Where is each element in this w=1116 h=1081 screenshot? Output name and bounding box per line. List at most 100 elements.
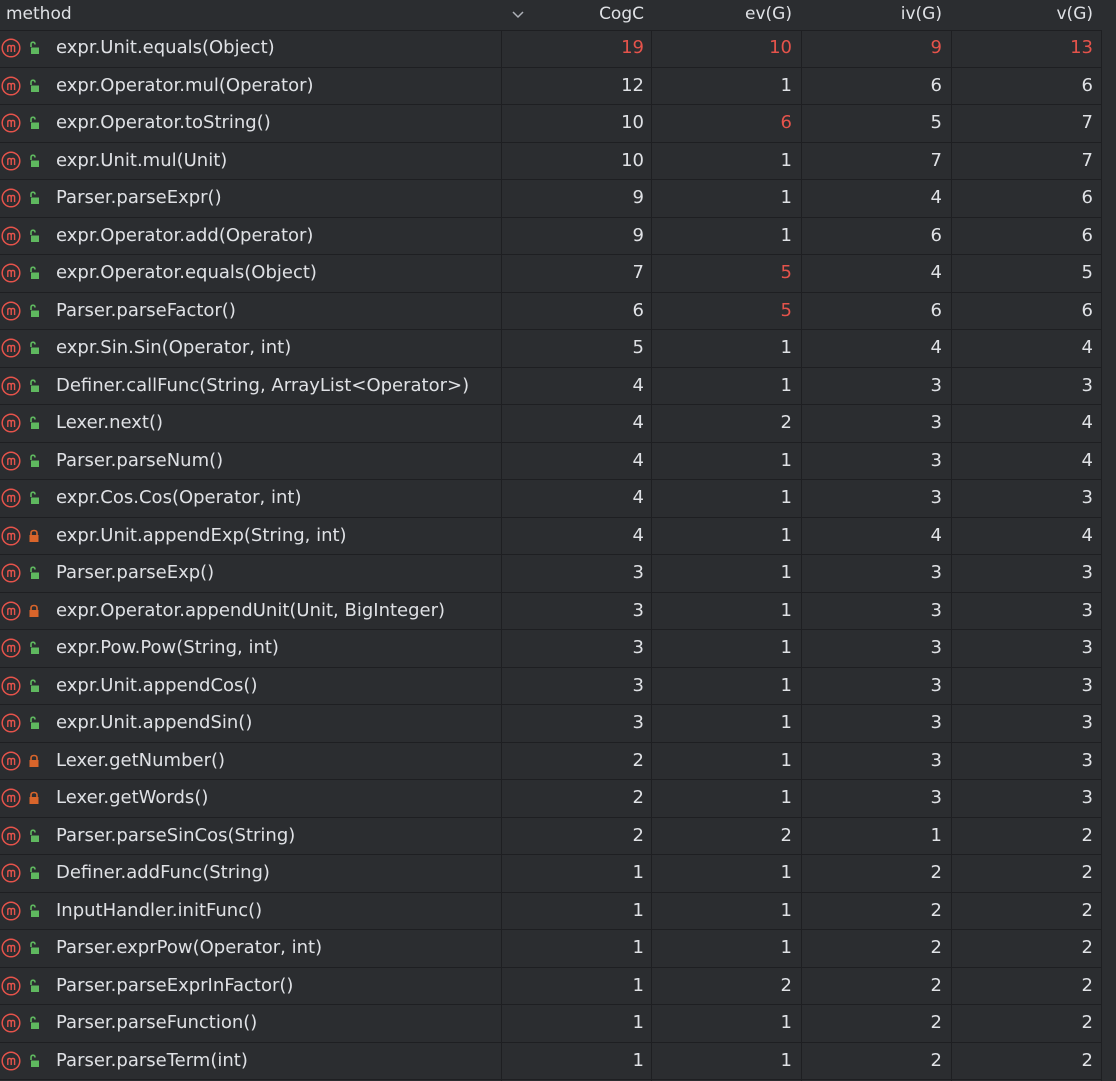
method-m-icon xyxy=(1,900,21,921)
cell-cogc: 3 xyxy=(632,637,644,658)
method-m-icon xyxy=(1,1013,21,1033)
cell-evg: 1 xyxy=(780,224,792,246)
cell-ivg: 6 xyxy=(930,224,942,246)
cell-cogc: 3 xyxy=(632,599,644,621)
table-row[interactable]: Parser.parseExp() 3 1 3 3 xyxy=(0,555,1116,593)
table-row[interactable]: Definer.addFunc(String) 1 1 2 2 xyxy=(0,855,1116,893)
cell-ivg: 4 xyxy=(930,524,942,546)
method-m-icon xyxy=(1,263,21,283)
unlocked-padlock-icon xyxy=(28,266,40,280)
table-row[interactable]: Parser.parseTerm(int) 1 1 2 2 xyxy=(0,1043,1116,1080)
cell-evg: 1 xyxy=(780,562,792,583)
table-row[interactable]: expr.Unit.appendExp(String, int) 4 1 4 4 xyxy=(0,518,1116,555)
method-name: expr.Operator.mul(Operator) xyxy=(56,74,314,96)
cell-vg: 4 xyxy=(1081,337,1093,358)
unlocked-padlock-icon xyxy=(28,378,40,393)
cell-vg: 3 xyxy=(1081,787,1093,808)
metrics-table: method CogC ev(G) iv(G) v(G) expr.Unit.e… xyxy=(0,0,1116,1081)
cell-ivg: 2 xyxy=(930,1049,942,1071)
column-header-method[interactable]: method xyxy=(6,0,72,30)
cell-vg: 5 xyxy=(1081,262,1093,283)
method-name: Lexer.next() xyxy=(56,412,164,433)
table-row[interactable]: Parser.parseSinCos(String) 2 2 1 2 xyxy=(0,818,1116,855)
method-name: expr.Operator.add(Operator) xyxy=(56,224,314,246)
cell-evg: 1 xyxy=(780,187,792,208)
locked-padlock-icon xyxy=(28,754,40,768)
cell-vg: 4 xyxy=(1081,412,1093,433)
cell-cogc: 3 xyxy=(632,712,644,733)
table-row[interactable]: Lexer.next() 4 2 3 4 xyxy=(0,405,1116,443)
cell-ivg: 3 xyxy=(930,674,942,696)
cell-cogc: 2 xyxy=(632,749,644,771)
cell-vg: 2 xyxy=(1081,862,1093,883)
method-name: expr.Unit.appendCos() xyxy=(56,674,258,696)
unlocked-padlock-icon xyxy=(28,341,40,355)
method-m-icon xyxy=(1,975,21,996)
table-row[interactable]: Lexer.getNumber() 2 1 3 3 xyxy=(0,743,1116,780)
table-row[interactable]: Definer.callFunc(String, ArrayList<Opera… xyxy=(0,368,1116,405)
column-header-cogc[interactable]: CogC xyxy=(520,0,644,30)
cell-cogc: 4 xyxy=(632,487,644,508)
method-name: Parser.parseExprInFactor() xyxy=(56,974,294,996)
table-row[interactable]: expr.Unit.mul(Unit) 10 1 7 7 xyxy=(0,143,1116,180)
cell-evg: 1 xyxy=(780,74,792,96)
unlocked-padlock-icon xyxy=(28,828,40,843)
table-row[interactable]: expr.Pow.Pow(String, int) 3 1 3 3 xyxy=(0,630,1116,668)
cell-ivg: 2 xyxy=(930,937,942,958)
table-row[interactable]: expr.Operator.appendUnit(Unit, BigIntege… xyxy=(0,593,1116,630)
unlocked-padlock-icon xyxy=(28,1016,40,1030)
cell-cogc: 1 xyxy=(632,1049,644,1071)
cell-ivg: 3 xyxy=(930,449,942,471)
unlocked-padlock-icon xyxy=(28,153,40,168)
cell-evg: 1 xyxy=(780,674,792,696)
table-row[interactable]: expr.Unit.equals(Object) 19 10 9 13 xyxy=(0,30,1116,68)
table-row[interactable]: expr.Operator.toString() 10 6 5 7 xyxy=(0,105,1116,143)
table-row[interactable]: Lexer.getWords() 2 1 3 3 xyxy=(0,780,1116,818)
cell-evg: 1 xyxy=(780,1049,792,1071)
table-row[interactable]: expr.Sin.Sin(Operator, int) 5 1 4 4 xyxy=(0,330,1116,368)
cell-vg: 6 xyxy=(1081,224,1093,246)
table-row[interactable]: expr.Operator.add(Operator) 9 1 6 6 xyxy=(0,218,1116,255)
table-row[interactable]: expr.Cos.Cos(Operator, int) 4 1 3 3 xyxy=(0,480,1116,518)
unlocked-padlock-icon xyxy=(28,678,40,693)
method-name: InputHandler.initFunc() xyxy=(56,899,263,921)
table-row[interactable]: Parser.parseExpr() 9 1 4 6 xyxy=(0,180,1116,218)
method-m-icon xyxy=(1,150,21,171)
column-header-vg[interactable]: v(G) xyxy=(970,0,1094,30)
cell-ivg: 2 xyxy=(930,862,942,883)
cell-vg: 3 xyxy=(1081,374,1093,396)
table-row[interactable]: InputHandler.initFunc() 1 1 2 2 xyxy=(0,893,1116,930)
column-header-evg[interactable]: ev(G) xyxy=(670,0,792,30)
table-row[interactable]: expr.Unit.appendCos() 3 1 3 3 xyxy=(0,668,1116,705)
scrollbar-track[interactable] xyxy=(1102,30,1116,1081)
method-name: Parser.parseExpr() xyxy=(56,187,222,208)
cell-cogc: 3 xyxy=(632,562,644,583)
table-row[interactable]: Parser.parseFactor() 6 5 6 6 xyxy=(0,293,1116,330)
cell-cogc: 19 xyxy=(621,37,644,58)
table-row[interactable]: expr.Unit.appendSin() 3 1 3 3 xyxy=(0,705,1116,743)
cell-evg: 1 xyxy=(780,524,792,546)
cell-vg: 3 xyxy=(1081,712,1093,733)
cell-evg: 1 xyxy=(780,599,792,621)
cell-vg: 6 xyxy=(1081,299,1093,321)
method-name: Definer.addFunc(String) xyxy=(56,862,270,883)
column-header-ivg[interactable]: iv(G) xyxy=(820,0,942,30)
method-m-icon xyxy=(1,600,21,621)
unlocked-padlock-icon xyxy=(28,941,40,955)
cell-cogc: 1 xyxy=(632,862,644,883)
table-row[interactable]: Parser.parseExprInFactor() 1 2 2 2 xyxy=(0,968,1116,1005)
cell-vg: 4 xyxy=(1081,449,1093,471)
method-m-icon xyxy=(1,825,21,846)
table-row[interactable]: expr.Operator.mul(Operator) 12 1 6 6 xyxy=(0,68,1116,105)
method-m-icon xyxy=(1,713,21,733)
method-m-icon xyxy=(1,750,21,771)
method-m-icon xyxy=(1,338,21,358)
table-row[interactable]: expr.Operator.equals(Object) 7 5 4 5 xyxy=(0,255,1116,293)
cell-cogc: 1 xyxy=(632,899,644,921)
table-row[interactable]: Parser.parseFunction() 1 1 2 2 xyxy=(0,1005,1116,1043)
table-row[interactable]: Parser.exprPow(Operator, int) 1 1 2 2 xyxy=(0,930,1116,968)
table-row[interactable]: Parser.parseNum() 4 1 3 4 xyxy=(0,443,1116,480)
cell-evg: 1 xyxy=(780,637,792,658)
cell-vg: 4 xyxy=(1081,524,1093,546)
unlocked-padlock-icon xyxy=(28,866,40,880)
